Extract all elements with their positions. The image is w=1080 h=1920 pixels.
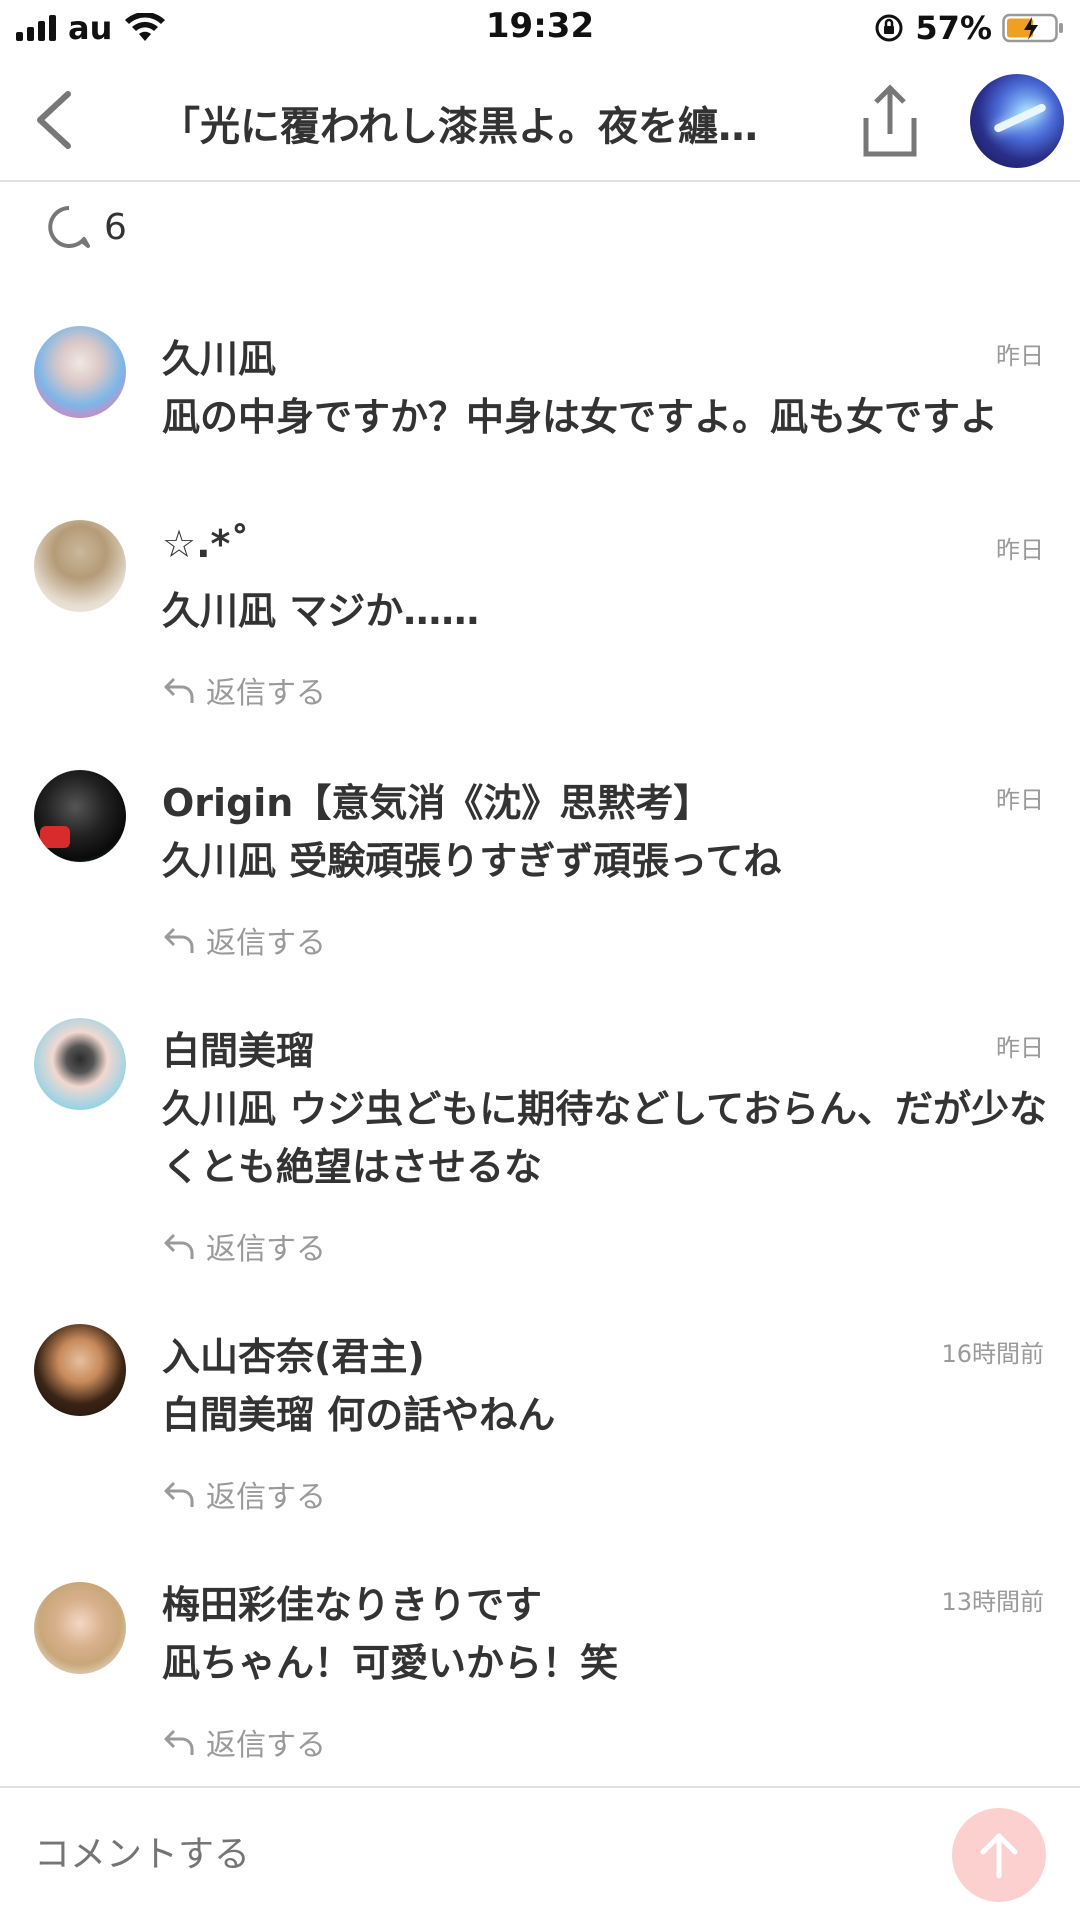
comment-time: 16時間前 bbox=[941, 1340, 1044, 1368]
comment-time: 昨日 bbox=[996, 536, 1044, 564]
reply-arrow-icon bbox=[164, 1481, 194, 1507]
comment-body: 久川凪 ウジ虫どもに期待などしておらん、だが少なくとも絶望はさせるな bbox=[162, 1087, 1047, 1189]
avatar[interactable] bbox=[34, 770, 126, 862]
page-title: 「光に覆われし漆黒よ。夜を纏… bbox=[160, 104, 758, 150]
reply-arrow-icon bbox=[164, 1233, 194, 1259]
reply-button[interactable]: 返信する bbox=[162, 1472, 326, 1516]
avatar[interactable] bbox=[34, 520, 126, 612]
avatar[interactable] bbox=[34, 1582, 126, 1674]
reply-arrow-icon bbox=[164, 927, 194, 953]
header-avatar[interactable] bbox=[970, 74, 1064, 168]
reply-label: 返信する bbox=[206, 926, 326, 961]
avatar[interactable] bbox=[34, 326, 126, 418]
comment-composer bbox=[0, 1786, 1080, 1920]
rotation-lock-icon bbox=[875, 14, 903, 42]
comment-author[interactable]: 白間美瑠 bbox=[162, 1020, 314, 1075]
comment-author[interactable]: 入山杏奈(君主) bbox=[162, 1326, 425, 1381]
send-button[interactable] bbox=[952, 1808, 1046, 1902]
comment-body: 久川凪 マジか…… bbox=[162, 589, 480, 633]
reply-button[interactable]: 返信する bbox=[162, 1224, 326, 1268]
comment-count: 6 bbox=[46, 204, 127, 250]
back-chevron-icon[interactable] bbox=[28, 88, 80, 152]
comment-time: 13時間前 bbox=[941, 1588, 1044, 1616]
reply-arrow-icon bbox=[164, 677, 194, 703]
comment-bubble-icon bbox=[48, 206, 90, 248]
reply-button[interactable]: 返信する bbox=[162, 668, 326, 712]
comment-author[interactable]: Origin【意気消《沈》思黙考】 bbox=[162, 772, 711, 827]
comment-author[interactable]: 梅田彩佳なりきりです bbox=[162, 1574, 542, 1629]
reply-label: 返信する bbox=[206, 1480, 326, 1515]
reply-button[interactable]: 返信する bbox=[162, 1720, 326, 1764]
avatar[interactable] bbox=[34, 1018, 126, 1110]
comment-time: 昨日 bbox=[996, 786, 1044, 814]
status-bar: au 19:32 57% bbox=[0, 0, 1080, 56]
reply-arrow-icon bbox=[164, 1729, 194, 1755]
arrow-up-icon bbox=[980, 1833, 1018, 1879]
comment-body: 久川凪 受験頑張りすぎず頑張ってね bbox=[162, 839, 782, 883]
comment-body: 白間美瑠 何の話やねん bbox=[162, 1393, 556, 1437]
avatar[interactable] bbox=[34, 1324, 126, 1416]
battery-percent: 57% bbox=[915, 9, 992, 47]
comment-body: 凪ちゃん！可愛いから！笑 bbox=[162, 1641, 619, 1685]
share-icon[interactable] bbox=[858, 82, 922, 160]
comment-time: 昨日 bbox=[996, 342, 1044, 370]
comment-count-value: 6 bbox=[104, 206, 127, 248]
comment-author[interactable]: 久川凪 bbox=[162, 328, 276, 383]
reply-label: 返信する bbox=[206, 1232, 326, 1267]
comment-author[interactable]: ☆.*˚ bbox=[162, 522, 249, 566]
status-right: 57% bbox=[873, 8, 1064, 48]
app-header: 「光に覆われし漆黒よ。夜を纏… bbox=[0, 60, 1080, 182]
comment-input[interactable] bbox=[34, 1834, 734, 1875]
comment-body: 凪の中身ですか？中身は女ですよ。凪も女ですよ bbox=[162, 395, 999, 439]
reply-button[interactable]: 返信する bbox=[162, 918, 326, 962]
comment-time: 昨日 bbox=[996, 1034, 1044, 1062]
battery-charging-icon bbox=[1002, 13, 1063, 43]
reply-label: 返信する bbox=[206, 1728, 326, 1763]
reply-label: 返信する bbox=[206, 676, 326, 711]
